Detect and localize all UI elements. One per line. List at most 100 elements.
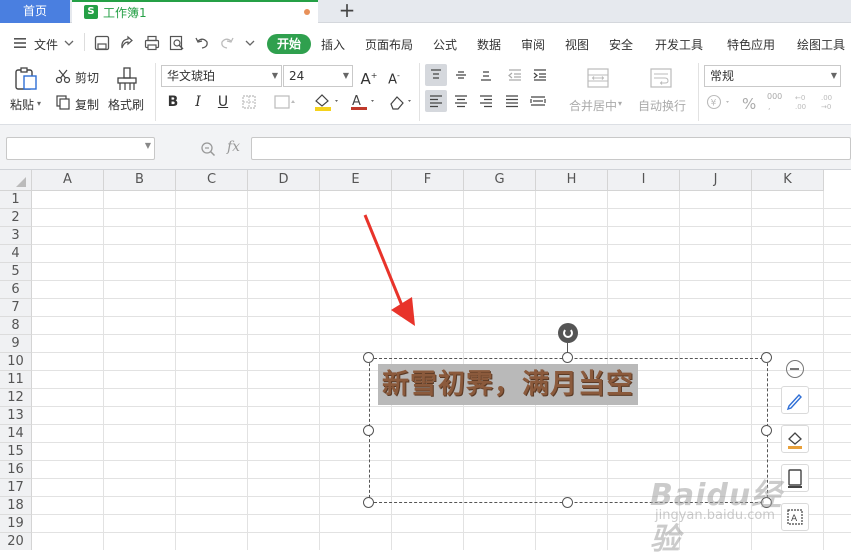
align-right-icon[interactable]: [475, 90, 497, 112]
merge-center-button[interactable]: 合并居中: [569, 97, 617, 114]
thousands-separator-button[interactable]: 000: [767, 92, 782, 101]
column-header[interactable]: A: [32, 170, 104, 191]
menu-icon[interactable]: [12, 35, 28, 51]
number-format-select[interactable]: 常规 ▼: [704, 65, 841, 87]
tab-home[interactable]: 首页: [0, 0, 70, 23]
row-header[interactable]: 5: [0, 263, 32, 281]
name-box[interactable]: ▼: [6, 137, 155, 160]
column-header[interactable]: K: [752, 170, 824, 191]
paste-icon[interactable]: [13, 66, 39, 92]
cut-button[interactable]: 剪切: [75, 69, 99, 86]
row-header[interactable]: 12: [0, 389, 32, 407]
increase-font-icon[interactable]: A+: [358, 65, 380, 88]
row-header[interactable]: 4: [0, 245, 32, 263]
menu-developer[interactable]: 开发工具: [655, 36, 703, 53]
resize-handle-ne[interactable]: [761, 352, 772, 363]
resize-handle-sw[interactable]: [363, 497, 374, 508]
menu-drawing-tools[interactable]: 绘图工具: [797, 36, 845, 53]
font-color-icon[interactable]: A: [348, 92, 376, 112]
align-middle-icon[interactable]: [450, 64, 472, 86]
border-icon[interactable]: [241, 94, 259, 110]
currency-icon[interactable]: ¥: [706, 94, 736, 110]
print-icon[interactable]: [143, 34, 161, 52]
resize-handle-s[interactable]: [562, 497, 573, 508]
collapse-icon[interactable]: [786, 360, 804, 378]
bold-button[interactable]: B: [162, 91, 184, 113]
resize-handle-n[interactable]: [562, 352, 573, 363]
paste-button[interactable]: 粘贴: [10, 96, 34, 113]
row-header[interactable]: 11: [0, 371, 32, 389]
underline-button[interactable]: U: [212, 91, 234, 113]
decrease-font-icon[interactable]: A-: [383, 65, 405, 87]
row-header[interactable]: 13: [0, 407, 32, 425]
increase-indent-icon[interactable]: [529, 64, 551, 86]
distributed-align-icon[interactable]: [527, 90, 549, 112]
undo-icon[interactable]: [193, 34, 211, 52]
fill-button[interactable]: [781, 425, 809, 453]
menu-view[interactable]: 视图: [565, 36, 589, 53]
column-header[interactable]: B: [104, 170, 176, 191]
font-name-select[interactable]: 华文琥珀 ▼: [161, 65, 282, 87]
redo-icon[interactable]: [218, 34, 236, 52]
resize-handle-e[interactable]: [761, 425, 772, 436]
row-header[interactable]: 16: [0, 461, 32, 479]
copy-button[interactable]: 复制: [75, 96, 99, 113]
paste-dropdown-icon[interactable]: ▾: [37, 99, 41, 108]
quick-access-more-icon[interactable]: [244, 37, 256, 49]
row-header[interactable]: 2: [0, 209, 32, 227]
fill-color-icon[interactable]: [312, 92, 340, 112]
tab-workbook[interactable]: S 工作簿1: [72, 0, 318, 23]
export-icon[interactable]: [118, 34, 136, 52]
menu-insert[interactable]: 插入: [321, 36, 345, 53]
menu-home-tab[interactable]: 开始: [267, 34, 311, 54]
cell-style-icon[interactable]: [273, 94, 297, 110]
row-header[interactable]: 9: [0, 335, 32, 353]
menu-file[interactable]: 文件: [34, 36, 58, 53]
menu-page-layout[interactable]: 页面布局: [365, 36, 413, 53]
row-header[interactable]: 20: [0, 533, 32, 550]
resize-handle-nw[interactable]: [363, 352, 374, 363]
row-header[interactable]: 7: [0, 299, 32, 317]
row-header[interactable]: 15: [0, 443, 32, 461]
decrease-decimal-icon[interactable]: .00→0: [820, 92, 840, 112]
align-bottom-icon[interactable]: [475, 64, 497, 86]
row-header[interactable]: 19: [0, 515, 32, 533]
row-header[interactable]: 18: [0, 497, 32, 515]
row-header[interactable]: 17: [0, 479, 32, 497]
increase-decimal-icon[interactable]: ←0.00: [794, 92, 814, 112]
select-all-corner[interactable]: [0, 170, 32, 191]
align-center-icon[interactable]: [450, 90, 472, 112]
justify-icon[interactable]: [501, 90, 523, 112]
column-header[interactable]: F: [392, 170, 464, 191]
column-header[interactable]: C: [176, 170, 248, 191]
chevron-down-icon[interactable]: [63, 37, 75, 49]
menu-review[interactable]: 审阅: [521, 36, 545, 53]
column-header[interactable]: E: [320, 170, 392, 191]
menu-special-apps[interactable]: 特色应用: [727, 36, 775, 53]
format-painter-button[interactable]: 格式刷: [108, 96, 144, 113]
column-header[interactable]: G: [464, 170, 536, 191]
menu-data[interactable]: 数据: [477, 36, 501, 53]
menu-formulas[interactable]: 公式: [433, 36, 457, 53]
wrap-text-button[interactable]: 自动换行: [638, 97, 686, 114]
menu-security[interactable]: 安全: [609, 36, 633, 53]
print-preview-icon[interactable]: [168, 34, 186, 52]
column-header[interactable]: I: [608, 170, 680, 191]
row-header[interactable]: 6: [0, 281, 32, 299]
column-header[interactable]: H: [536, 170, 608, 191]
italic-button[interactable]: I: [187, 91, 209, 113]
shape-style-button[interactable]: [781, 386, 809, 414]
decrease-indent-icon[interactable]: [504, 64, 526, 86]
align-top-icon[interactable]: [425, 64, 447, 86]
clear-format-icon[interactable]: [385, 92, 413, 112]
row-header[interactable]: 8: [0, 317, 32, 335]
text-box-content[interactable]: 新雪初霁，满月当空: [378, 364, 638, 405]
row-header[interactable]: 1: [0, 191, 32, 209]
column-header[interactable]: J: [680, 170, 752, 191]
formula-input[interactable]: [251, 137, 851, 160]
insert-function-button[interactable]: fx: [227, 139, 240, 155]
percent-button[interactable]: %: [742, 95, 756, 113]
resize-handle-w[interactable]: [363, 425, 374, 436]
align-left-icon[interactable]: [425, 90, 447, 112]
column-header[interactable]: D: [248, 170, 320, 191]
